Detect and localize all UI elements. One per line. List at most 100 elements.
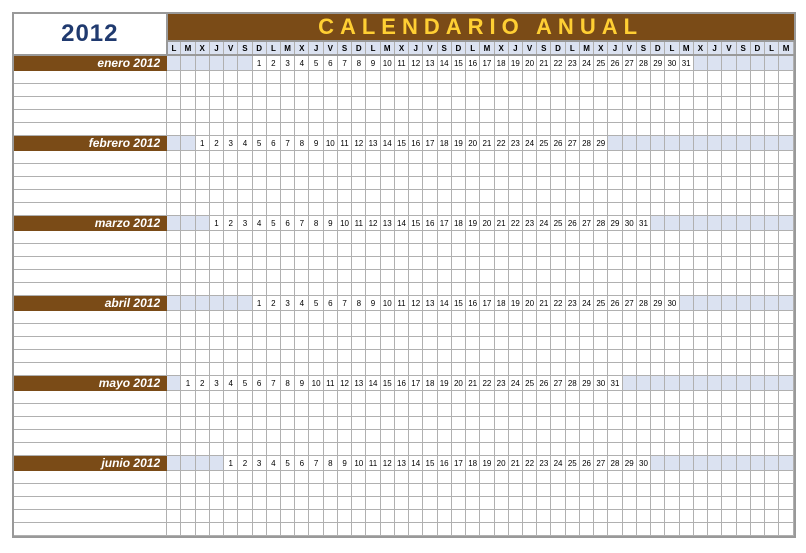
blank-cell (779, 164, 794, 177)
pad-cell (195, 456, 209, 471)
blank-cell (508, 430, 522, 443)
blank-cell (779, 110, 794, 123)
blank-cell (579, 110, 593, 123)
blank-cell (736, 257, 750, 270)
blank-cell (636, 443, 650, 456)
blank-cell (394, 283, 408, 296)
dow-header: X (594, 41, 608, 55)
blank-cell (579, 311, 593, 324)
blank-cell (708, 110, 722, 123)
blank-cell (409, 71, 423, 84)
blank-cell (736, 391, 750, 404)
blank-cell (409, 350, 423, 363)
day-cell: 21 (466, 376, 480, 391)
blank-cell (508, 311, 522, 324)
blank-cell (366, 283, 380, 296)
blank-cell (522, 510, 536, 523)
blank-cell (736, 110, 750, 123)
blank-cell (636, 497, 650, 510)
blank-cell (665, 484, 679, 497)
blank-cell (366, 497, 380, 510)
pad-cell (665, 216, 679, 231)
blank-cell (708, 311, 722, 324)
blank-cell (764, 257, 778, 270)
blank-cell (779, 257, 794, 270)
day-cell: 20 (522, 55, 536, 71)
blank-cell (281, 311, 295, 324)
blank-cell (366, 151, 380, 164)
day-cell: 18 (494, 296, 508, 311)
day-cell: 7 (281, 136, 295, 151)
blank-cell (708, 177, 722, 190)
blank-cell (238, 97, 252, 110)
blank-cell (295, 311, 309, 324)
blank-cell (295, 510, 309, 523)
blank-cell (679, 324, 693, 337)
blank-cell (366, 391, 380, 404)
blank-cell (764, 471, 778, 484)
blank-cell (651, 510, 665, 523)
blank-cell (352, 71, 366, 84)
blank-cell (651, 337, 665, 350)
blank-cell (295, 337, 309, 350)
blank-cell (252, 190, 266, 203)
blank-cell (380, 443, 394, 456)
day-cell: 1 (224, 456, 238, 471)
blank-cell (679, 471, 693, 484)
blank-cell (622, 231, 636, 244)
blank-cell (224, 177, 238, 190)
blank-cell (608, 97, 622, 110)
blank-cell (281, 337, 295, 350)
blank-cell (337, 430, 351, 443)
blank-cell (209, 350, 223, 363)
blank-cell (238, 391, 252, 404)
blank-cell (750, 311, 764, 324)
blank-cell (309, 84, 323, 97)
blank-cell (209, 231, 223, 244)
blank-cell (537, 391, 551, 404)
blank-cell (337, 443, 351, 456)
blank-cell (750, 257, 764, 270)
blank-cell (238, 164, 252, 177)
blank-cell (252, 84, 266, 97)
blank-cell (309, 123, 323, 136)
day-cell: 12 (409, 296, 423, 311)
blank-cell (651, 177, 665, 190)
blank-cell (594, 391, 608, 404)
blank-cell (679, 363, 693, 376)
blank-cell (224, 443, 238, 456)
blank-cell (508, 244, 522, 257)
blank-cell (608, 283, 622, 296)
blank-cell (665, 337, 679, 350)
blank-cell (323, 71, 337, 84)
blank-cell (651, 497, 665, 510)
day-cell: 27 (622, 296, 636, 311)
blank-cell (693, 84, 707, 97)
blank-cell (551, 391, 565, 404)
blank-cell (323, 177, 337, 190)
blank-side (14, 311, 167, 324)
day-cell: 13 (352, 376, 366, 391)
blank-cell (708, 97, 722, 110)
blank-cell (181, 203, 195, 216)
blank-cell (380, 324, 394, 337)
blank-cell (394, 231, 408, 244)
blank-cell (409, 443, 423, 456)
blank-cell (679, 257, 693, 270)
blank-cell (409, 497, 423, 510)
blank-cell (423, 337, 437, 350)
blank-cell (451, 97, 465, 110)
blank-cell (608, 203, 622, 216)
blank-cell (323, 417, 337, 430)
blank-cell (651, 363, 665, 376)
blank-cell (238, 350, 252, 363)
blank-cell (466, 311, 480, 324)
blank-cell (238, 257, 252, 270)
calendar-container: 2012CALENDARIO ANUALLMXJVSDLMXJVSDLMXJVS… (12, 12, 796, 538)
blank-cell (693, 164, 707, 177)
day-cell: 21 (537, 55, 551, 71)
blank-cell (167, 177, 181, 190)
blank-cell (579, 350, 593, 363)
blank-cell (565, 324, 579, 337)
blank-cell (451, 231, 465, 244)
